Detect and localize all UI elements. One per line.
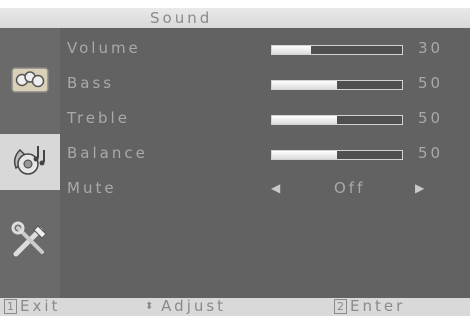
adjust-label: Adjust (161, 297, 227, 315)
adjust-hint: ⬍ Adjust (145, 297, 226, 315)
volume-row[interactable]: Volume 30 (60, 33, 470, 67)
bass-label: Bass (67, 74, 115, 92)
treble-slider[interactable] (271, 115, 403, 125)
enter-key: 2 (334, 299, 347, 314)
sidebar-tab-sound[interactable] (0, 134, 60, 190)
volume-value: 30 (418, 39, 444, 57)
balance-slider-fill (272, 151, 337, 159)
exit-label: Exit (20, 297, 61, 315)
bass-slider[interactable] (271, 80, 403, 90)
arrow-left-icon[interactable]: ◀ (271, 181, 280, 195)
enter-hint: 2 Enter (334, 297, 405, 315)
picture-icon (10, 64, 50, 100)
arrow-right-icon[interactable]: ▶ (415, 181, 424, 195)
treble-value: 50 (418, 109, 444, 127)
treble-label: Treble (67, 109, 130, 127)
volume-slider[interactable] (271, 45, 403, 55)
balance-slider[interactable] (271, 150, 403, 160)
osd-title: Sound (150, 9, 213, 27)
treble-row[interactable]: Treble 50 (60, 103, 470, 137)
exit-hint: 1 Exit (4, 297, 60, 315)
balance-label: Balance (67, 144, 148, 162)
osd-panel: Volume 30 Bass 50 Treble 50 Balance 50 M… (0, 28, 470, 298)
volume-label: Volume (67, 39, 141, 57)
osd-footer: 1 Exit ⬍ Adjust 2 Enter (0, 297, 470, 316)
sidebar (0, 28, 60, 298)
balance-value: 50 (418, 144, 444, 162)
mute-value[interactable]: Off (334, 179, 365, 197)
up-down-icon: ⬍ (145, 301, 154, 312)
bass-value: 50 (418, 74, 444, 92)
volume-slider-fill (272, 46, 311, 54)
sound-icon (10, 140, 50, 184)
sidebar-tab-tools[interactable] (0, 214, 60, 270)
tools-icon (10, 220, 50, 264)
osd-title-bar: Sound (0, 8, 470, 28)
mute-label: Mute (67, 179, 117, 197)
sound-settings: Volume 30 Bass 50 Treble 50 Balance 50 M… (60, 28, 470, 298)
mute-row[interactable]: Mute ◀ Off ▶ (60, 173, 470, 207)
balance-row[interactable]: Balance 50 (60, 138, 470, 172)
treble-slider-fill (272, 116, 337, 124)
exit-key: 1 (4, 299, 17, 314)
sidebar-tab-picture[interactable] (0, 54, 60, 110)
enter-label: Enter (350, 297, 406, 315)
bass-slider-fill (272, 81, 337, 89)
bass-row[interactable]: Bass 50 (60, 68, 470, 102)
